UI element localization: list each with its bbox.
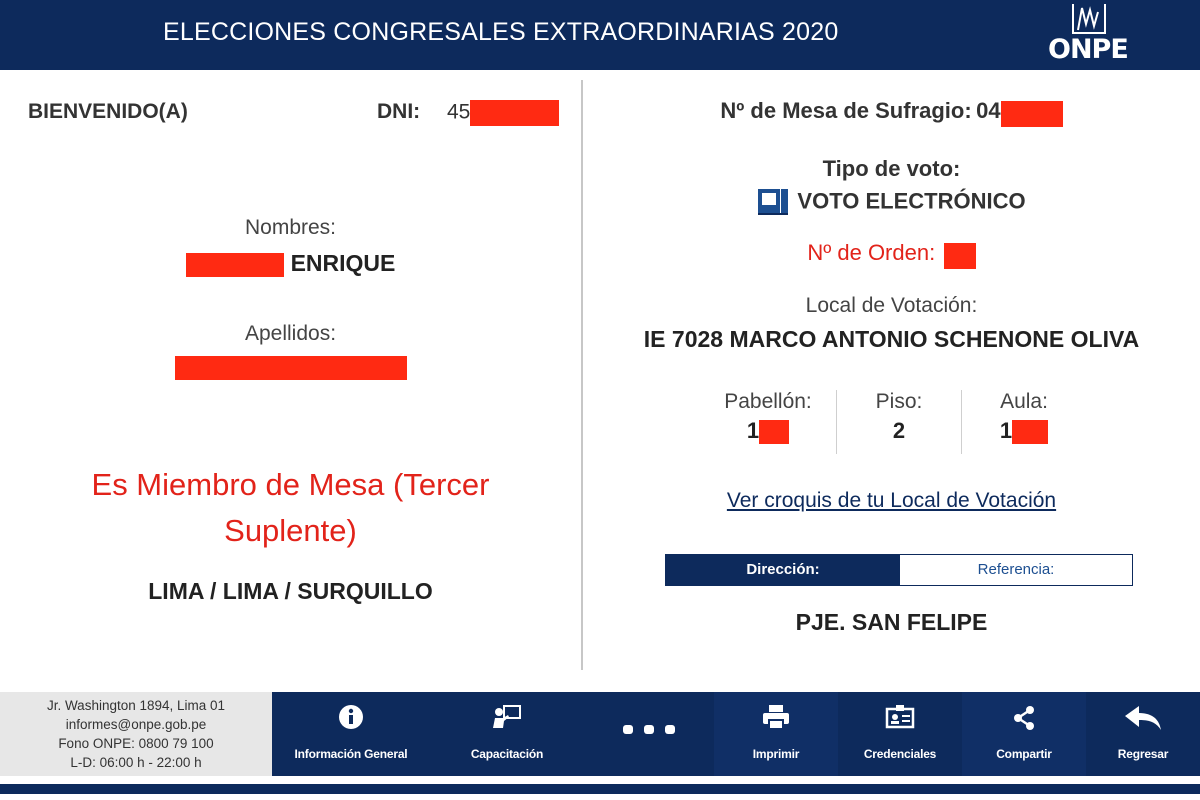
nav-label: Credenciales bbox=[863, 747, 937, 761]
info-icon bbox=[272, 704, 430, 734]
miembro-line-1: Es Miembro de Mesa (Tercer bbox=[91, 467, 490, 502]
pabellon-value-visible: 1 bbox=[746, 418, 760, 443]
onpe-logo: ONPE bbox=[1048, 2, 1132, 66]
location-detail-row: Pabellón: 1 Piso: 2 Aula: 1 bbox=[700, 390, 1100, 454]
orden-label: Nº de Orden: bbox=[807, 240, 936, 265]
apellidos-label: Apellidos: bbox=[244, 322, 337, 345]
croquis-row: Ver croquis de tu Local de Votación bbox=[583, 489, 1200, 513]
nombres-block: Nombres: ENRIQUE bbox=[0, 216, 581, 277]
ubigeo: LIMA / LIMA / SURQUILLO bbox=[148, 578, 433, 604]
redaction-bar bbox=[470, 100, 560, 126]
piso-value: 2 bbox=[892, 418, 906, 443]
tipo-voto-label: Tipo de voto: bbox=[822, 156, 961, 181]
redaction-bar bbox=[1012, 420, 1049, 445]
footer-nav: Información General Capacitación Imprimi… bbox=[272, 692, 1200, 776]
nav-label: Imprimir bbox=[752, 747, 800, 761]
direccion-block: PJE. SAN FELIPE bbox=[583, 609, 1200, 636]
apellidos-block: Apellidos: bbox=[0, 322, 581, 380]
contact-info: Jr. Washington 1894, Lima 01 informes@on… bbox=[0, 692, 272, 776]
redaction-bar bbox=[759, 420, 790, 445]
nav-label: Capacitación bbox=[470, 747, 544, 761]
tipo-voto-block: Tipo de voto: VOTO ELECTRÓNICO bbox=[583, 156, 1200, 221]
local-label: Local de Votación: bbox=[805, 294, 978, 317]
share-icon bbox=[962, 704, 1086, 734]
logo-text: ONPE bbox=[1048, 34, 1129, 65]
hours-text: L-D: 06:00 h - 22:00 h bbox=[70, 755, 202, 770]
nav-regresar[interactable]: Regresar bbox=[1086, 692, 1200, 776]
miembro-line-2: Suplente) bbox=[224, 513, 357, 548]
aula-label: Aula: bbox=[1000, 390, 1048, 413]
nav-informacion-general[interactable]: Información General bbox=[272, 692, 430, 776]
address-text: Jr. Washington 1894, Lima 01 bbox=[46, 698, 226, 713]
dni-label: DNI: bbox=[377, 100, 421, 123]
aula-col: Aula: 1 bbox=[962, 390, 1086, 454]
dni-value-visible: 45 bbox=[447, 100, 471, 124]
piso-label: Piso: bbox=[875, 390, 923, 413]
credential-icon bbox=[838, 704, 962, 734]
redaction-bar bbox=[1000, 100, 1063, 127]
aula-value: 1 bbox=[962, 418, 1086, 445]
printer-icon bbox=[714, 704, 838, 734]
direccion-value: PJE. SAN FELIPE bbox=[795, 609, 988, 635]
nav-credenciales[interactable]: Credenciales bbox=[838, 692, 962, 776]
redaction-bar bbox=[943, 242, 976, 269]
nav-label: Información General bbox=[294, 747, 408, 761]
redaction-bar bbox=[185, 252, 284, 277]
ballot-box-icon bbox=[1072, 4, 1106, 34]
bottom-strip bbox=[0, 784, 1200, 794]
nav-label: Compartir bbox=[996, 747, 1052, 761]
croquis-link[interactable]: Ver croquis de tu Local de Votación bbox=[727, 489, 1056, 512]
back-icon bbox=[1086, 704, 1200, 734]
redaction-bar bbox=[174, 356, 407, 380]
nav-label: Regresar bbox=[1117, 747, 1169, 761]
tipo-voto-row: VOTO ELECTRÓNICO bbox=[583, 188, 1200, 221]
email-text: informes@onpe.gob.pe bbox=[65, 717, 207, 732]
page-title: ELECCIONES CONGRESALES EXTRAORDINARIAS 2… bbox=[163, 18, 839, 46]
tab-referencia[interactable]: Referencia: bbox=[900, 555, 1132, 585]
electronic-vote-icon bbox=[757, 188, 789, 221]
nombres-label: Nombres: bbox=[244, 216, 337, 239]
pabellon-label: Pabellón: bbox=[724, 390, 812, 413]
aula-value-visible: 1 bbox=[999, 418, 1013, 443]
phone-text: Fono ONPE: 0800 79 100 bbox=[58, 736, 214, 751]
tab-direccion[interactable]: Dirección: bbox=[666, 555, 900, 585]
mesa-label: Nº de Mesa de Sufragio: bbox=[720, 98, 972, 123]
nav-imprimir[interactable]: Imprimir bbox=[714, 692, 838, 776]
mesa-block: Nº de Mesa de Sufragio: 04 bbox=[583, 98, 1200, 127]
local-block: Local de Votación: IE 7028 MARCO ANTONIO… bbox=[583, 294, 1200, 353]
nav-compartir[interactable]: Compartir bbox=[962, 692, 1086, 776]
dni-value: 45 bbox=[447, 100, 560, 126]
training-icon bbox=[430, 704, 584, 734]
piso-col: Piso: 2 bbox=[837, 390, 961, 454]
nav-capacitacion[interactable]: Capacitación bbox=[430, 692, 584, 776]
apellidos-value bbox=[0, 356, 581, 380]
nombres-value: ENRIQUE bbox=[0, 250, 581, 277]
mesa-value-visible: 04 bbox=[976, 98, 1001, 123]
address-tabs: Dirección: Referencia: bbox=[665, 554, 1133, 586]
pabellon-col: Pabellón: 1 bbox=[700, 390, 836, 454]
local-value: IE 7028 MARCO ANTONIO SCHENONE OLIVA bbox=[643, 326, 1140, 352]
tipo-voto-value: VOTO ELECTRÓNICO bbox=[797, 188, 1026, 214]
orden-block: Nº de Orden: bbox=[583, 240, 1200, 269]
nav-more[interactable] bbox=[584, 692, 714, 776]
miembro-mesa-notice: Es Miembro de Mesa (Tercer Suplente) bbox=[0, 462, 581, 554]
more-icon bbox=[584, 712, 714, 742]
header-bar: ELECCIONES CONGRESALES EXTRAORDINARIAS 2… bbox=[0, 0, 1200, 70]
welcome-label: BIENVENIDO(A) bbox=[28, 100, 188, 123]
nombres-value-visible: ENRIQUE bbox=[290, 250, 396, 276]
pabellon-value: 1 bbox=[700, 418, 836, 445]
